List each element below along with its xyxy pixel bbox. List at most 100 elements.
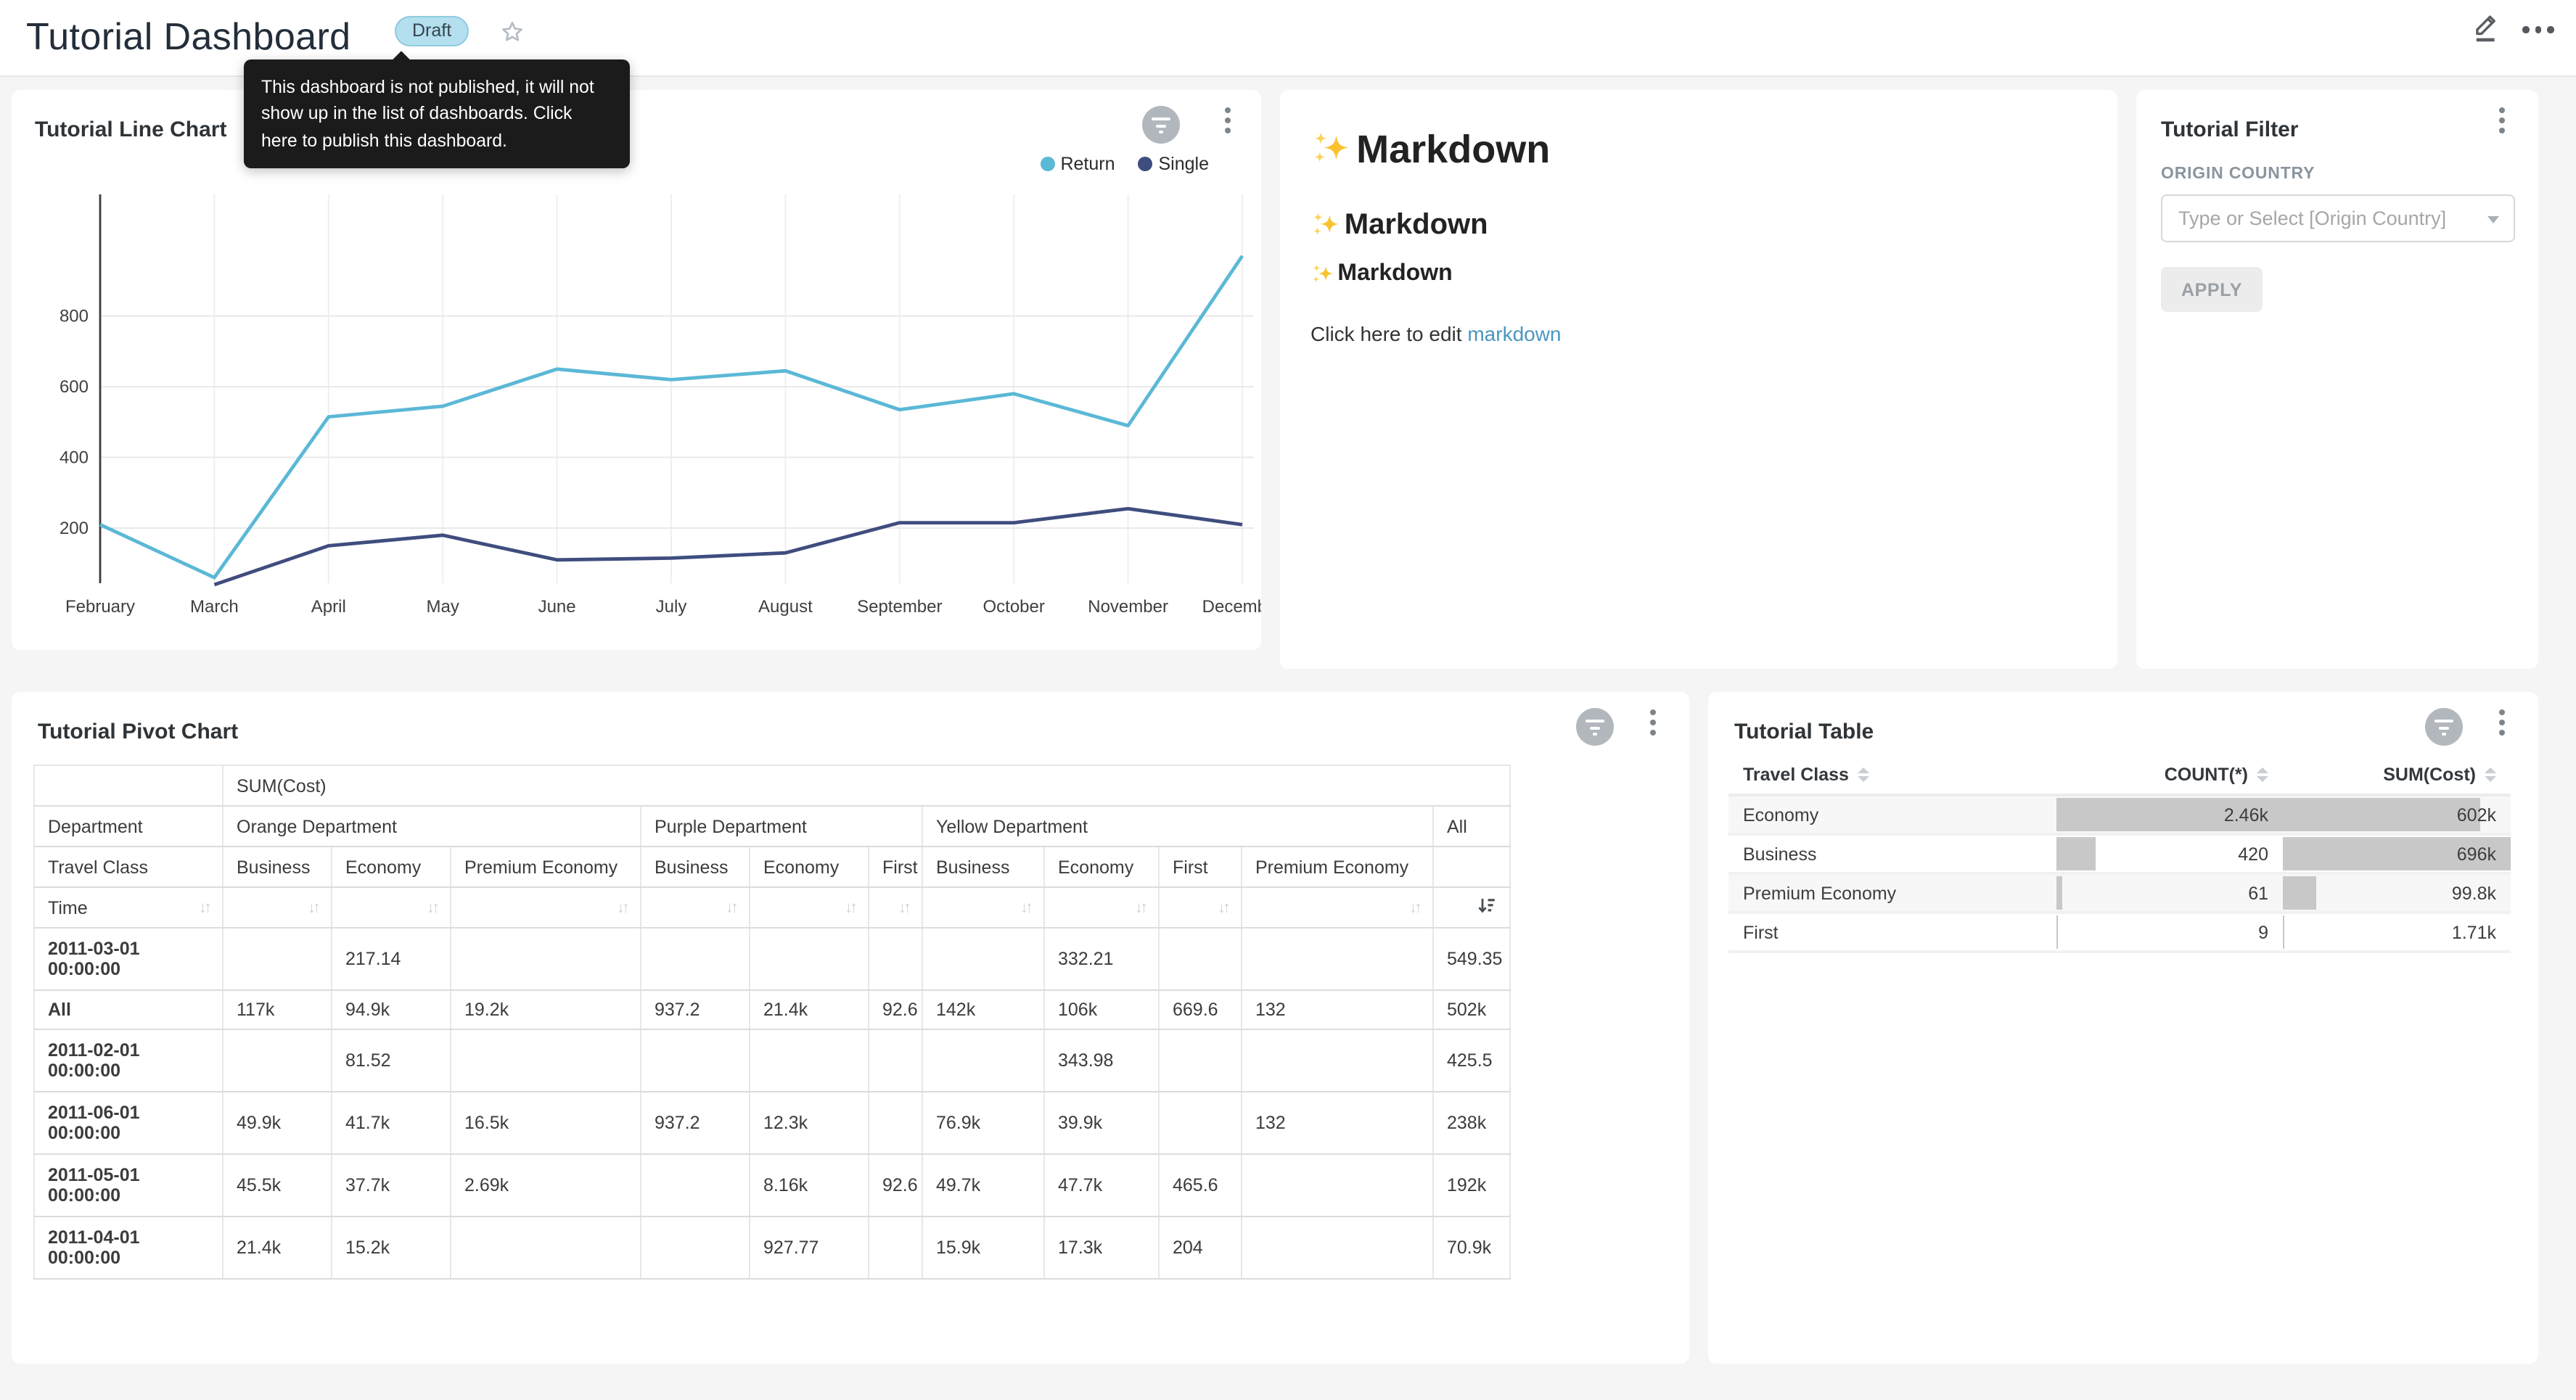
pivot-value-cell bbox=[869, 1216, 922, 1279]
pivot-group-header: Orange Department bbox=[223, 806, 641, 847]
value-label: 99.8k bbox=[2452, 883, 2496, 903]
x-axis-label: March bbox=[190, 597, 239, 617]
value-label: 1.71k bbox=[2452, 922, 2496, 942]
kebab-menu-icon[interactable] bbox=[1640, 709, 1666, 744]
value-label: 696k bbox=[2457, 844, 2496, 864]
value-bar bbox=[2283, 876, 2315, 910]
legend-item-return[interactable]: Return bbox=[1040, 154, 1115, 174]
cell-count: 9 bbox=[2056, 913, 2283, 952]
markdown-paragraph: Click here to edit markdown bbox=[1310, 322, 1562, 345]
pivot-table-wrap: SUM(Cost)DepartmentOrange DepartmentPurp… bbox=[33, 765, 1511, 1280]
pivot-time-axis-label: Time bbox=[48, 897, 88, 918]
value-label: 2.46k bbox=[2224, 804, 2268, 825]
pivot-title: Tutorial Pivot Chart bbox=[38, 720, 238, 744]
pivot-value-cell bbox=[451, 1216, 641, 1279]
pivot-value-cell: 332.21 bbox=[1044, 928, 1159, 990]
apply-button[interactable]: APPLY bbox=[2161, 267, 2263, 312]
filter-funnel-icon[interactable] bbox=[2425, 708, 2463, 746]
filter-title: Tutorial Filter bbox=[2161, 118, 2298, 142]
sort-icon[interactable]: ↓↑ bbox=[1020, 899, 1030, 916]
more-menu-icon[interactable] bbox=[2522, 26, 2554, 33]
sort-icon[interactable]: ↓↑ bbox=[308, 899, 318, 916]
pivot-value-cell: 37.7k bbox=[332, 1154, 451, 1216]
sort-desc-active-icon[interactable] bbox=[1477, 896, 1496, 919]
pivot-column-header: Economy bbox=[750, 847, 869, 887]
table-row: Business420696k bbox=[1728, 834, 2511, 873]
pivot-value-cell: 343.98 bbox=[1044, 1029, 1159, 1092]
kebab-menu-icon[interactable] bbox=[1215, 107, 1241, 142]
line-chart-title: Tutorial Line Chart bbox=[35, 118, 226, 142]
pivot-table: SUM(Cost)DepartmentOrange DepartmentPurp… bbox=[33, 765, 1511, 1280]
sort-icon[interactable]: ↓↑ bbox=[1218, 899, 1228, 916]
pivot-column-header: Premium Economy bbox=[1242, 847, 1433, 887]
value-bar bbox=[2283, 915, 2284, 949]
x-axis-label: June bbox=[538, 597, 576, 617]
pivot-sort-cell: ↓↑ bbox=[750, 887, 869, 928]
pivot-value-cell bbox=[869, 928, 922, 990]
pivot-value-cell bbox=[1159, 1029, 1242, 1092]
cell-sum: 99.8k bbox=[2283, 873, 2511, 913]
legend-dot bbox=[1139, 157, 1153, 171]
pivot-dept-axis-label: Department bbox=[34, 806, 223, 847]
filter-funnel-icon[interactable] bbox=[1142, 106, 1180, 144]
pivot-value-cell: 45.5k bbox=[223, 1154, 332, 1216]
filter-funnel-icon[interactable] bbox=[1576, 708, 1614, 746]
kebab-menu-icon[interactable] bbox=[2489, 709, 2515, 744]
origin-country-label: ORIGIN COUNTRY bbox=[2161, 165, 2315, 183]
pivot-row: All117k94.9k19.2k937.221.4k92.6142k106k6… bbox=[34, 990, 1510, 1029]
x-axis-label: April bbox=[311, 597, 346, 617]
edit-pencil-icon[interactable] bbox=[2470, 10, 2501, 44]
value-bar bbox=[2056, 837, 2095, 870]
pivot-sort-cell: ↓↑ bbox=[1159, 887, 1242, 928]
pivot-value-cell bbox=[1242, 1154, 1433, 1216]
sort-icon[interactable]: ↓↑ bbox=[1409, 899, 1419, 916]
pivot-value-cell bbox=[641, 928, 750, 990]
favorite-star-icon[interactable] bbox=[499, 19, 525, 45]
pivot-sort-cell: ↓↑ bbox=[641, 887, 750, 928]
sort-icon[interactable]: ↓↑ bbox=[427, 899, 437, 916]
pivot-value-cell: 47.7k bbox=[1044, 1154, 1159, 1216]
origin-country-select[interactable]: Type or Select [Origin Country] bbox=[2161, 194, 2515, 242]
panel-tutorial-table: Tutorial Table Travel Class COUNT(*)SUM(C… bbox=[1708, 692, 2538, 1364]
column-header-label: Travel Class bbox=[1743, 765, 1849, 785]
draft-badge[interactable]: Draft bbox=[395, 16, 469, 46]
table-title: Tutorial Table bbox=[1734, 720, 1874, 744]
series-line-single bbox=[214, 508, 1242, 585]
pivot-value-cell bbox=[641, 1216, 750, 1279]
cell-sum: 1.71k bbox=[2283, 913, 2511, 952]
sort-icon[interactable]: ↓↑ bbox=[726, 899, 736, 916]
table-row: Economy2.46k602k bbox=[1728, 795, 2511, 834]
value-label: 61 bbox=[2248, 883, 2268, 903]
pivot-value-cell: 92.6 bbox=[869, 990, 922, 1029]
kebab-menu-icon[interactable] bbox=[2489, 107, 2515, 142]
pivot-value-cell bbox=[869, 1092, 922, 1154]
sort-icon[interactable]: ↓↑ bbox=[199, 899, 209, 916]
markdown-edit-link[interactable]: markdown bbox=[1467, 322, 1561, 345]
sort-icon[interactable]: ↓↑ bbox=[845, 899, 855, 916]
pivot-value-cell: 21.4k bbox=[750, 990, 869, 1029]
cell-sum: 602k bbox=[2283, 795, 2511, 834]
pivot-sort-cell: ↓↑ bbox=[869, 887, 922, 928]
pivot-value-cell bbox=[451, 1029, 641, 1092]
sort-icon[interactable]: ↓↑ bbox=[617, 899, 627, 916]
pivot-value-cell: 15.2k bbox=[332, 1216, 451, 1279]
pivot-value-cell bbox=[750, 928, 869, 990]
pivot-sort-cell: ↓↑ bbox=[451, 887, 641, 928]
pivot-time-cell: Time ↓↑ bbox=[34, 887, 223, 928]
legend-item-single[interactable]: Single bbox=[1139, 154, 1210, 174]
sort-icon[interactable]: ↓↑ bbox=[1135, 899, 1145, 916]
column-header-sum-cost[interactable]: SUM(Cost) bbox=[2283, 756, 2511, 795]
pivot-value-cell: 465.6 bbox=[1159, 1154, 1242, 1216]
select-placeholder: Type or Select [Origin Country] bbox=[2178, 207, 2446, 229]
pivot-sort-cell: ↓↑ bbox=[1044, 887, 1159, 928]
pivot-row: 2011-06-01 00:00:0049.9k41.7k16.5k937.21… bbox=[34, 1092, 1510, 1154]
panel-tutorial-filter: Tutorial Filter ORIGIN COUNTRY Type or S… bbox=[2136, 90, 2538, 669]
pivot-value-cell: 425.5 bbox=[1433, 1029, 1510, 1092]
pivot-row-label: 2011-06-01 00:00:00 bbox=[34, 1092, 223, 1154]
pivot-value-cell: 16.5k bbox=[451, 1092, 641, 1154]
page-title: Tutorial Dashboard bbox=[26, 15, 351, 59]
column-header-count[interactable]: COUNT(*) bbox=[2056, 756, 2283, 795]
column-header-travel-class[interactable]: Travel Class bbox=[1728, 756, 2056, 795]
sort-icon[interactable]: ↓↑ bbox=[898, 899, 908, 916]
pivot-value-cell: 937.2 bbox=[641, 1092, 750, 1154]
